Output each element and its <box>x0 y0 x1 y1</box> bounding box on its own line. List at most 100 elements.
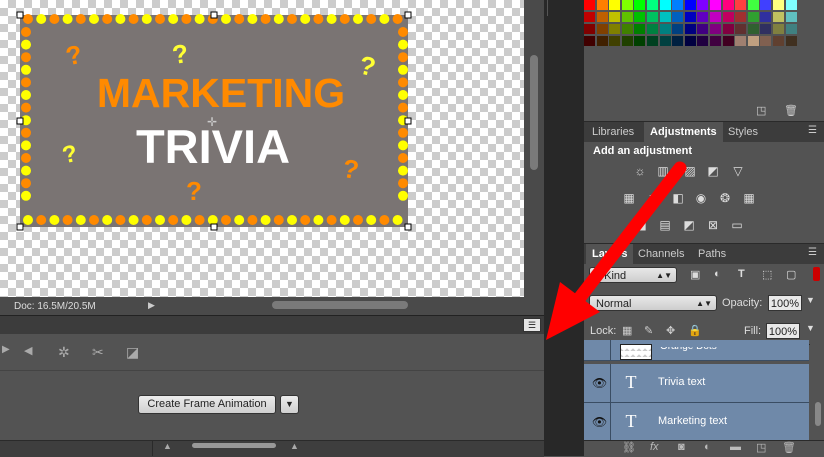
handle[interactable] <box>404 117 412 125</box>
swatch[interactable] <box>672 24 684 34</box>
new-layer-icon[interactable]: ◳ <box>756 441 766 454</box>
swatch[interactable] <box>672 36 684 46</box>
folder-icon[interactable]: ▬ <box>730 441 741 453</box>
black-white-icon[interactable]: ◧ <box>671 192 685 205</box>
swatch[interactable] <box>684 12 696 22</box>
swatch[interactable] <box>735 24 747 34</box>
swatch[interactable] <box>659 36 671 46</box>
swatch[interactable] <box>647 36 658 46</box>
image-filter-icon[interactable]: ▣ <box>690 268 700 281</box>
swatch[interactable] <box>773 0 784 10</box>
swatch[interactable] <box>596 12 608 22</box>
curves-icon[interactable]: ▨ <box>683 165 697 178</box>
exposure-icon[interactable]: ◩ <box>706 165 720 178</box>
status-menu-arrow-icon[interactable]: ▶ <box>148 300 155 311</box>
zoom-out-icon[interactable]: ▲ <box>163 441 172 451</box>
link-icon[interactable]: ⛓ <box>622 441 636 454</box>
swatch[interactable] <box>735 0 747 10</box>
swatch[interactable] <box>773 36 784 46</box>
vertical-scroll-thumb[interactable] <box>530 55 538 170</box>
swatch[interactable] <box>659 24 671 34</box>
filter-kind-select[interactable]: ⚲ Kind ▲▼ <box>589 267 677 283</box>
brightness-icon[interactable]: ☼ <box>633 165 647 178</box>
swatch[interactable] <box>634 24 646 34</box>
smart-object-filter-icon[interactable]: ▢ <box>786 268 796 281</box>
levels-icon[interactable]: ▥ <box>656 165 670 178</box>
selective-color-icon[interactable]: ⊠ <box>706 219 720 232</box>
zoom-in-icon[interactable]: ▲ <box>290 441 299 451</box>
handle[interactable] <box>16 223 24 231</box>
play-icon[interactable]: ▶ <box>2 344 10 355</box>
trash-icon[interactable]: 🗑 <box>784 104 798 117</box>
swatch[interactable] <box>596 36 608 46</box>
posterize-icon[interactable]: ▤ <box>658 219 672 232</box>
swatch[interactable] <box>659 0 671 10</box>
create-frame-animation-button[interactable]: Create Frame Animation <box>138 395 276 414</box>
fx-icon[interactable]: fx <box>650 441 659 453</box>
trash-icon[interactable]: 🗑 <box>782 441 796 454</box>
eye-icon[interactable]: 👁 <box>592 376 607 390</box>
layer-name[interactable]: Trivia text <box>658 376 705 388</box>
swatch[interactable] <box>684 24 696 34</box>
swatch[interactable] <box>621 24 633 34</box>
shape-filter-icon[interactable]: ⬚ <box>762 268 772 281</box>
swatch[interactable] <box>659 12 671 22</box>
color-balance-icon[interactable]: ⚖ <box>647 192 661 205</box>
swatch[interactable] <box>647 12 658 22</box>
swatch[interactable] <box>647 0 658 10</box>
swatch[interactable] <box>760 0 772 10</box>
swatch[interactable] <box>722 24 734 34</box>
swatch[interactable] <box>773 24 784 34</box>
swatch[interactable] <box>596 0 608 10</box>
tab-styles[interactable]: Styles <box>722 122 764 142</box>
swatch[interactable] <box>684 0 696 10</box>
chevron-down-icon[interactable]: ▼ <box>806 323 815 333</box>
zoom-slider[interactable] <box>192 443 276 448</box>
swatch[interactable] <box>609 36 621 46</box>
tab-paths[interactable]: Paths <box>692 244 732 264</box>
swatch[interactable] <box>735 36 747 46</box>
swatch[interactable] <box>609 24 621 34</box>
swatch[interactable] <box>684 36 696 46</box>
swatch[interactable] <box>785 0 797 10</box>
horizontal-scroll-thumb[interactable] <box>272 301 408 309</box>
layer-row[interactable]: 👁 T Trivia text <box>584 364 809 403</box>
layer-row[interactable]: 👁 T Marketing text <box>584 403 809 442</box>
panel-menu-icon[interactable]: ☰ <box>523 318 541 332</box>
new-swatch-icon[interactable]: ◳ <box>756 104 766 117</box>
swatch[interactable] <box>621 0 633 10</box>
canvas-area[interactable]: MARKETING TRIVIA ? ? ? ? ? ? ✛ <box>0 0 524 297</box>
swatch[interactable] <box>634 12 646 22</box>
swatch[interactable] <box>697 24 709 34</box>
swatch[interactable] <box>710 24 721 34</box>
adjustment-filter-icon[interactable]: ◐ <box>714 268 721 280</box>
swatch[interactable] <box>747 12 759 22</box>
gradient-map-icon[interactable]: ▭ <box>730 219 744 232</box>
swatch[interactable] <box>747 0 759 10</box>
swatch[interactable] <box>747 36 759 46</box>
swatch[interactable] <box>785 24 797 34</box>
swatch[interactable] <box>722 36 734 46</box>
swatch[interactable] <box>672 0 684 10</box>
audio-icon[interactable]: ◀ <box>24 344 32 357</box>
swatch[interactable] <box>785 36 797 46</box>
swatch[interactable] <box>773 12 784 22</box>
swatch[interactable] <box>609 12 621 22</box>
swatch[interactable] <box>722 0 734 10</box>
hue-saturation-icon[interactable]: ▦ <box>622 192 636 205</box>
swatch[interactable] <box>697 0 709 10</box>
swatch[interactable] <box>609 0 621 10</box>
lock-all-icon[interactable]: 🔒 <box>688 324 702 337</box>
gear-icon[interactable]: ✲ <box>58 344 70 361</box>
swatch[interactable] <box>584 36 595 46</box>
scissors-icon[interactable]: ✂ <box>92 344 104 361</box>
opacity-input[interactable]: 100% <box>768 295 802 311</box>
handle[interactable] <box>404 223 412 231</box>
handle[interactable] <box>404 11 412 19</box>
swatch[interactable] <box>785 12 797 22</box>
lock-transparent-icon[interactable]: ▦ <box>622 324 632 337</box>
handle[interactable] <box>16 11 24 19</box>
handle[interactable] <box>16 117 24 125</box>
color-lookup-icon[interactable]: ▦ <box>742 192 756 205</box>
vibrance-icon[interactable]: ▽ <box>731 165 745 178</box>
